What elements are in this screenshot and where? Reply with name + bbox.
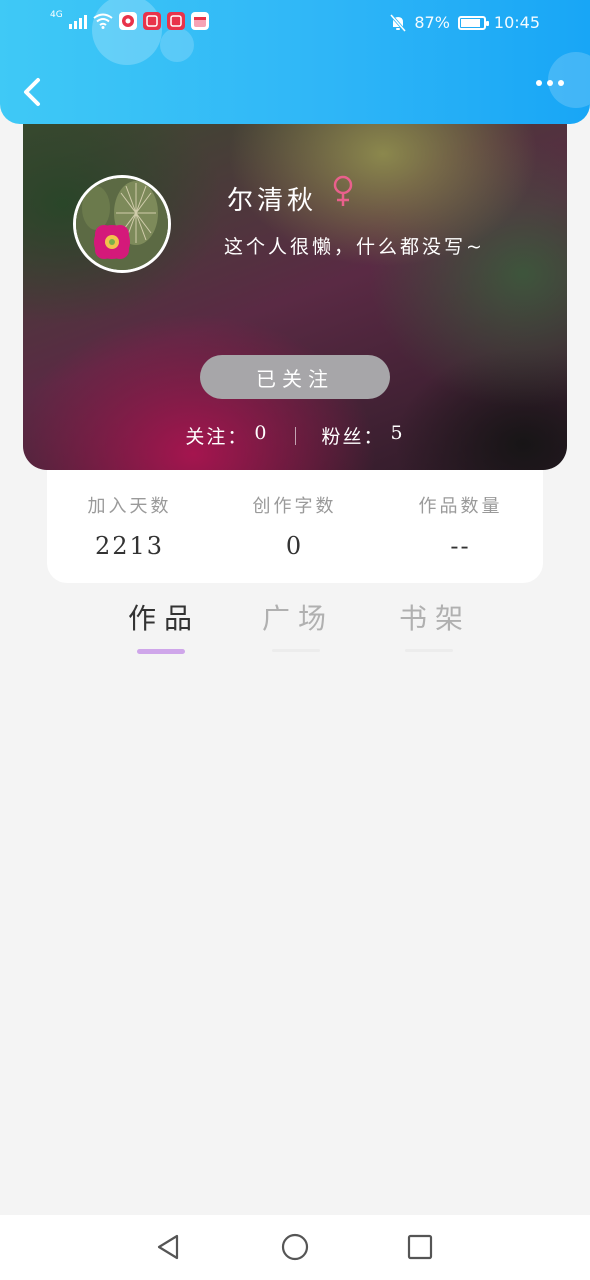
stat-value: 2213 bbox=[94, 532, 165, 560]
system-nav-bar bbox=[0, 1215, 590, 1280]
stat-label: 加入天数 bbox=[87, 496, 172, 517]
stat-word-count: 创作字数 0 bbox=[212, 492, 377, 560]
tab-works[interactable]: 作品 bbox=[128, 597, 200, 637]
app-notification-icon bbox=[118, 12, 137, 30]
tab-bookshelf-indicator bbox=[405, 649, 453, 652]
tab-bookshelf[interactable]: 书架 bbox=[399, 597, 471, 637]
battery-percent: 87% bbox=[414, 13, 450, 32]
tab-square[interactable]: 广场 bbox=[262, 597, 334, 637]
fans-count-link[interactable]: 粉丝： 5 bbox=[322, 422, 405, 449]
content-tabs: 作品 广场 书架 bbox=[0, 597, 590, 667]
stat-value: -- bbox=[450, 532, 471, 560]
stat-join-days: 加入天数 2213 bbox=[47, 492, 212, 560]
mute-bell-icon bbox=[390, 13, 407, 32]
nav-recents-square-icon[interactable] bbox=[405, 1232, 435, 1262]
status-right: 87% 10:45 bbox=[390, 13, 540, 32]
more-dots-icon[interactable] bbox=[536, 80, 564, 86]
wifi-icon bbox=[93, 13, 113, 29]
signal-icon bbox=[68, 13, 87, 29]
cactus-flower-avatar-image bbox=[76, 178, 168, 270]
nav-home-circle-icon[interactable] bbox=[280, 1232, 310, 1262]
fans-count: 5 bbox=[390, 422, 405, 444]
stat-label: 创作字数 bbox=[252, 496, 337, 517]
tab-works-indicator bbox=[137, 649, 185, 654]
back-chevron-icon[interactable] bbox=[18, 72, 48, 112]
clock: 10:45 bbox=[493, 13, 540, 32]
stat-works-count: 作品数量 -- bbox=[378, 492, 543, 560]
follow-stats: 关注： 0 粉丝： 5 bbox=[23, 422, 567, 449]
avatar[interactable] bbox=[73, 175, 171, 273]
top-header: 4G 87% 10:45 bbox=[0, 0, 590, 124]
user-bio: 这个人很懒，什么都没写~ bbox=[224, 236, 485, 258]
app-notification-icon bbox=[166, 12, 185, 30]
stats-panel: 加入天数 2213 创作字数 0 作品数量 -- bbox=[47, 470, 543, 583]
nav-back-triangle-icon[interactable] bbox=[153, 1232, 183, 1262]
profile-card: 尔清秋 这个人很懒，什么都没写~ 已关注 关注： 0 粉丝： 5 bbox=[23, 124, 567, 470]
profile-screen: 4G 87% 10:45 尔清秋 这个人很懒，什么都没写~ 已关注 关注： 0 … bbox=[0, 0, 590, 1280]
female-gender-icon bbox=[333, 175, 353, 206]
stat-value: 0 bbox=[285, 532, 304, 560]
user-name: 尔清秋 bbox=[227, 186, 318, 216]
status-left: 4G bbox=[50, 10, 209, 30]
app-notification-icon bbox=[142, 12, 161, 30]
battery-icon bbox=[457, 15, 489, 30]
followed-button[interactable]: 已关注 bbox=[200, 355, 390, 399]
following-label: 关注： bbox=[185, 426, 249, 448]
fans-label: 粉丝： bbox=[321, 426, 385, 448]
following-count: 0 bbox=[254, 422, 269, 444]
status-bar: 4G 87% 10:45 bbox=[0, 0, 590, 46]
network-type: 4G bbox=[50, 10, 63, 20]
app-notification-icon bbox=[190, 12, 209, 30]
stat-label: 作品数量 bbox=[418, 496, 503, 517]
divider bbox=[294, 426, 296, 445]
following-count-link[interactable]: 关注： 0 bbox=[185, 422, 268, 449]
tab-square-indicator bbox=[272, 649, 320, 652]
